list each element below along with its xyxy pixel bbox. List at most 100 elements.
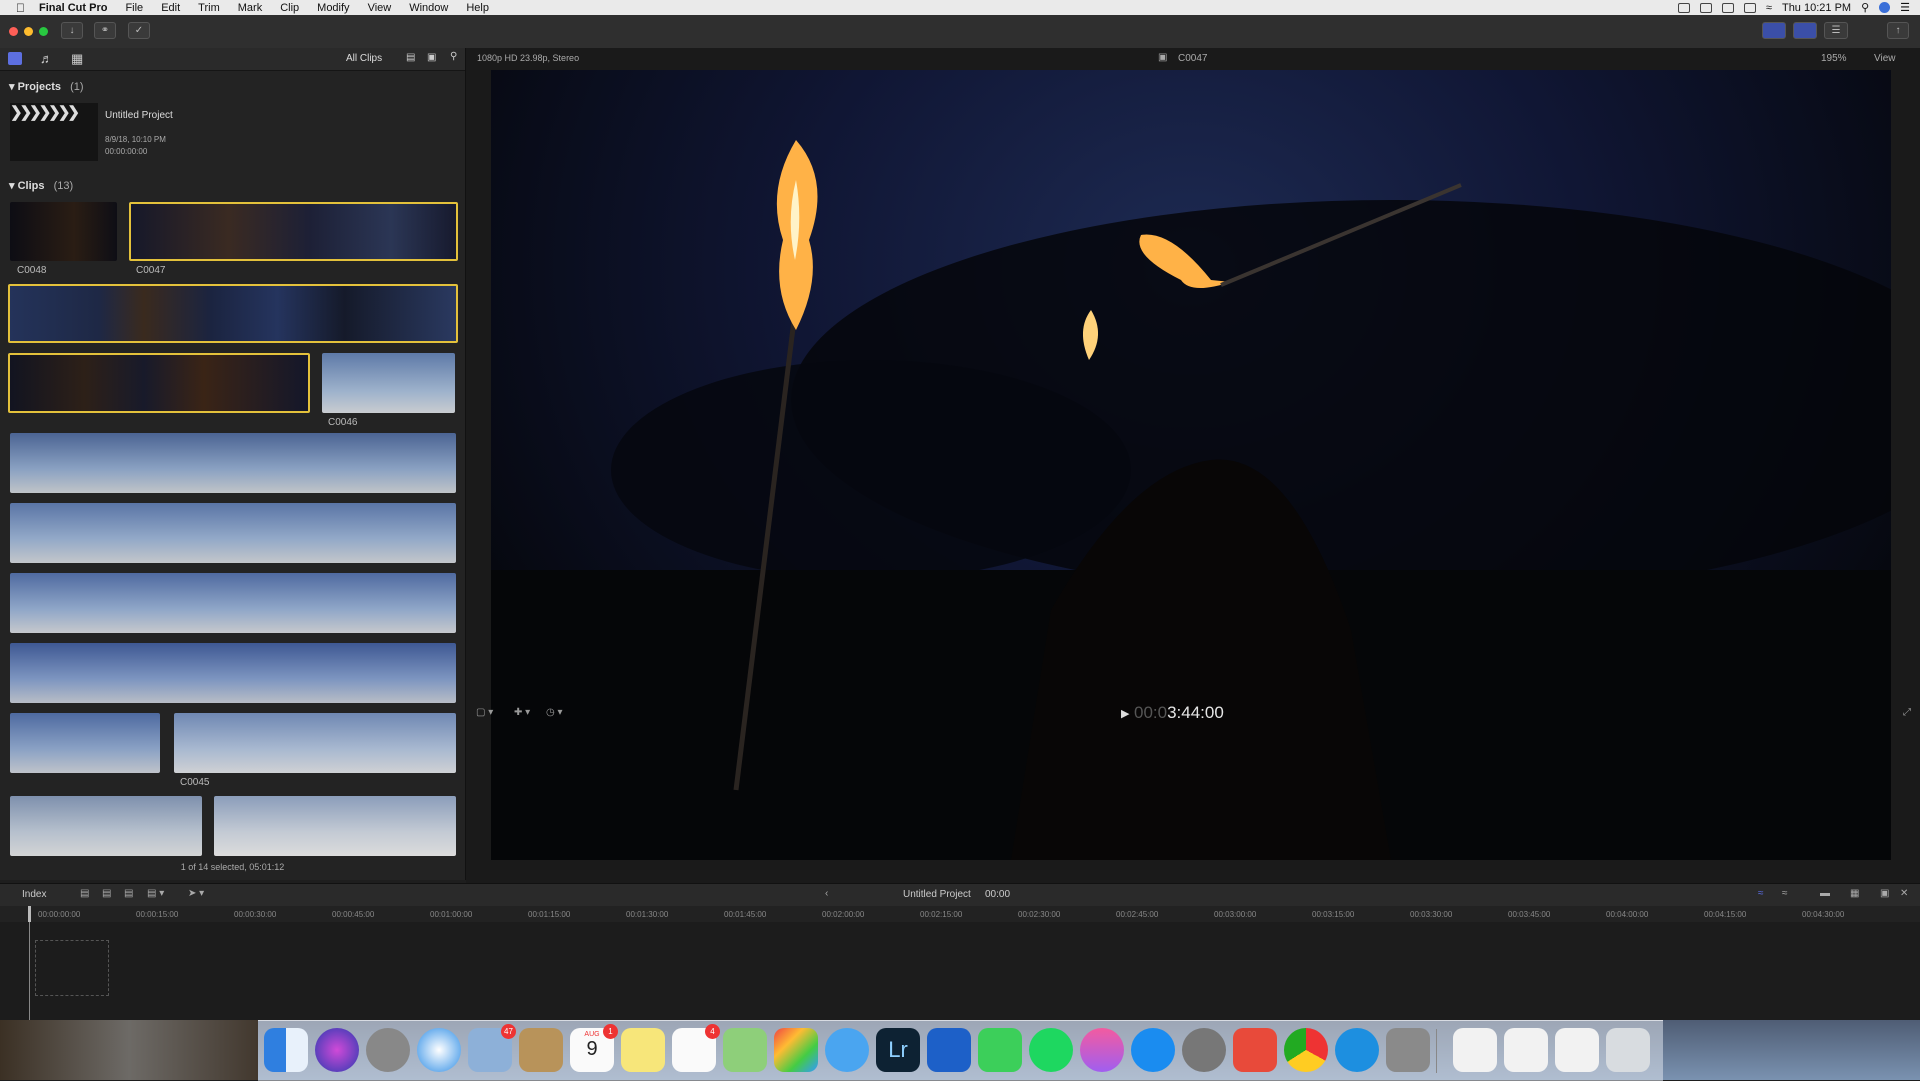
photos-icon[interactable] xyxy=(774,1028,818,1072)
chrome-icon[interactable] xyxy=(1284,1028,1328,1072)
playhead[interactable] xyxy=(28,906,31,922)
keyword-icon[interactable]: ⚭ xyxy=(94,22,116,39)
import-icon[interactable]: ↓ xyxy=(61,22,83,39)
calculator-icon[interactable] xyxy=(1386,1028,1430,1072)
wifi-icon[interactable]: ≈ xyxy=(1766,2,1772,14)
dock-folder-icon[interactable] xyxy=(1453,1028,1497,1072)
contacts-icon[interactable] xyxy=(519,1028,563,1072)
app-store-icon[interactable] xyxy=(1131,1028,1175,1072)
messages-icon[interactable] xyxy=(825,1028,869,1072)
wunderlist-icon[interactable] xyxy=(1233,1028,1277,1072)
audio-skimming-icon[interactable]: ≈ xyxy=(1782,888,1788,899)
clip-filmstrip-selected[interactable] xyxy=(8,284,458,343)
notes-icon[interactable] xyxy=(621,1028,665,1072)
layout-timeline-icon[interactable] xyxy=(1793,22,1817,39)
project-thumbnail[interactable]: ❯❯❯❯❯❯❯ xyxy=(10,103,98,161)
clip-filmstrip-selected[interactable] xyxy=(129,202,458,261)
system-preferences-icon[interactable] xyxy=(1182,1028,1226,1072)
spotlight-icon[interactable]: ⚲ xyxy=(1861,1,1869,14)
select-tool-icon[interactable]: ➤ ▾ xyxy=(188,888,204,899)
disclosure-triangle-icon[interactable]: ▾ xyxy=(9,81,15,93)
menu-help[interactable]: Help xyxy=(466,2,489,14)
notification-center-icon[interactable]: ☰ xyxy=(1900,1,1910,14)
menu-edit[interactable]: Edit xyxy=(161,2,180,14)
trash-icon[interactable] xyxy=(1606,1028,1650,1072)
clip-thumbnail[interactable] xyxy=(322,353,455,413)
facetime-icon[interactable] xyxy=(978,1028,1022,1072)
clip-filter-dropdown[interactable]: All Clips xyxy=(346,53,382,64)
clip-filmstrip[interactable] xyxy=(10,433,456,493)
projects-section-header[interactable]: ▾ Projects (1) xyxy=(9,80,84,93)
dock-folder-icon[interactable] xyxy=(1504,1028,1548,1072)
spotify-icon[interactable] xyxy=(1029,1028,1073,1072)
layout-browser-icon[interactable] xyxy=(1762,22,1786,39)
clip-appearance-timeline-icon[interactable]: ▦ xyxy=(1850,888,1859,899)
skimming-icon[interactable]: ≈ xyxy=(1758,888,1764,899)
view-dropdown[interactable]: View xyxy=(1874,53,1896,64)
minimize-window-button[interactable] xyxy=(24,27,33,36)
share-icon[interactable]: ↑ xyxy=(1887,22,1909,39)
zoom-window-button[interactable] xyxy=(39,27,48,36)
transform-tool-icon[interactable]: ✚ ▾ xyxy=(514,707,530,718)
menu-file[interactable]: File xyxy=(125,2,143,14)
speed-icon[interactable]: ◷ ▾ xyxy=(546,707,563,718)
background-tasks-icon[interactable]: ✓ xyxy=(128,22,150,39)
menu-mark[interactable]: Mark xyxy=(238,2,262,14)
menu-modify[interactable]: Modify xyxy=(317,2,349,14)
itunes-icon[interactable] xyxy=(1080,1028,1124,1072)
launchpad-icon[interactable] xyxy=(366,1028,410,1072)
disclosure-triangle-icon[interactable]: ▾ xyxy=(9,180,15,192)
status-icon-2[interactable] xyxy=(1699,2,1712,13)
status-icon-1[interactable] xyxy=(1677,2,1690,13)
lightroom-icon[interactable]: Lr xyxy=(876,1028,920,1072)
status-icon-3[interactable] xyxy=(1721,2,1734,13)
timeline-ruler[interactable]: 00:00:00:00 00:00:15:00 00:00:30:00 00:0… xyxy=(0,906,1920,922)
timeline-options-icon[interactable]: ▣ xyxy=(1880,888,1889,899)
dropzone-icon[interactable] xyxy=(927,1028,971,1072)
clip-filmstrip[interactable] xyxy=(10,573,456,633)
clip-thumbnail[interactable] xyxy=(10,202,117,261)
timeline-body[interactable] xyxy=(0,922,1920,1020)
viewer-display-options-icon[interactable]: ▢ ▾ xyxy=(476,707,493,718)
menubar-clock[interactable]: Thu 10:21 PM xyxy=(1782,2,1851,14)
clip-filmstrip[interactable] xyxy=(214,796,456,856)
titles-generators-icon[interactable]: ▦ xyxy=(71,51,83,67)
menu-view[interactable]: View xyxy=(368,2,392,14)
finder-icon[interactable] xyxy=(264,1028,308,1072)
zoom-dropdown[interactable]: 195% xyxy=(1821,53,1847,64)
list-view-icon[interactable]: ▤ xyxy=(406,52,415,63)
menu-clip[interactable]: Clip xyxy=(280,2,299,14)
insert-clip-icon[interactable]: ▤ xyxy=(102,888,111,899)
status-icon-4[interactable] xyxy=(1743,2,1756,13)
search-icon[interactable]: ⚲ xyxy=(450,51,457,62)
clip-filmstrip-selected[interactable] xyxy=(8,353,310,413)
siri-icon[interactable] xyxy=(315,1028,359,1072)
clip-filmstrip[interactable] xyxy=(10,643,456,703)
clip-filmstrip[interactable] xyxy=(10,503,456,563)
play-button[interactable]: ▶ xyxy=(1121,707,1129,720)
clip-filmstrip[interactable] xyxy=(174,713,456,773)
menu-app-name[interactable]: Final Cut Pro xyxy=(39,2,107,14)
photos-audio-icon[interactable]: ♬ xyxy=(40,51,53,66)
layout-inspector-icon[interactable]: ☰ xyxy=(1824,22,1848,39)
mail-icon[interactable]: 47 xyxy=(468,1024,516,1072)
solo-icon[interactable]: ▬ xyxy=(1820,888,1830,899)
connect-clip-icon[interactable]: ▤ xyxy=(80,888,89,899)
close-timeline-icon[interactable]: ✕ xyxy=(1900,888,1908,899)
clip-thumbnail[interactable] xyxy=(10,713,160,773)
reminders-icon[interactable]: 4 xyxy=(672,1024,720,1072)
empty-storyline-placeholder[interactable] xyxy=(35,940,109,996)
menu-window[interactable]: Window xyxy=(409,2,448,14)
safari-icon[interactable] xyxy=(417,1028,461,1072)
clip-filmstrip[interactable] xyxy=(10,796,202,856)
dock-folder-icon[interactable] xyxy=(1555,1028,1599,1072)
overwrite-clip-icon[interactable]: ▤ ▾ xyxy=(147,888,164,899)
libraries-icon[interactable] xyxy=(8,52,22,65)
close-window-button[interactable] xyxy=(9,27,18,36)
clip-appearance-icon[interactable]: ▣ xyxy=(427,52,436,63)
index-button[interactable]: Index xyxy=(22,889,46,900)
teamviewer-icon[interactable] xyxy=(1335,1028,1379,1072)
back-arrow-icon[interactable]: ‹ xyxy=(825,888,828,899)
maps-icon[interactable] xyxy=(723,1028,767,1072)
calendar-icon[interactable]: AUG 9 1 xyxy=(570,1024,618,1072)
